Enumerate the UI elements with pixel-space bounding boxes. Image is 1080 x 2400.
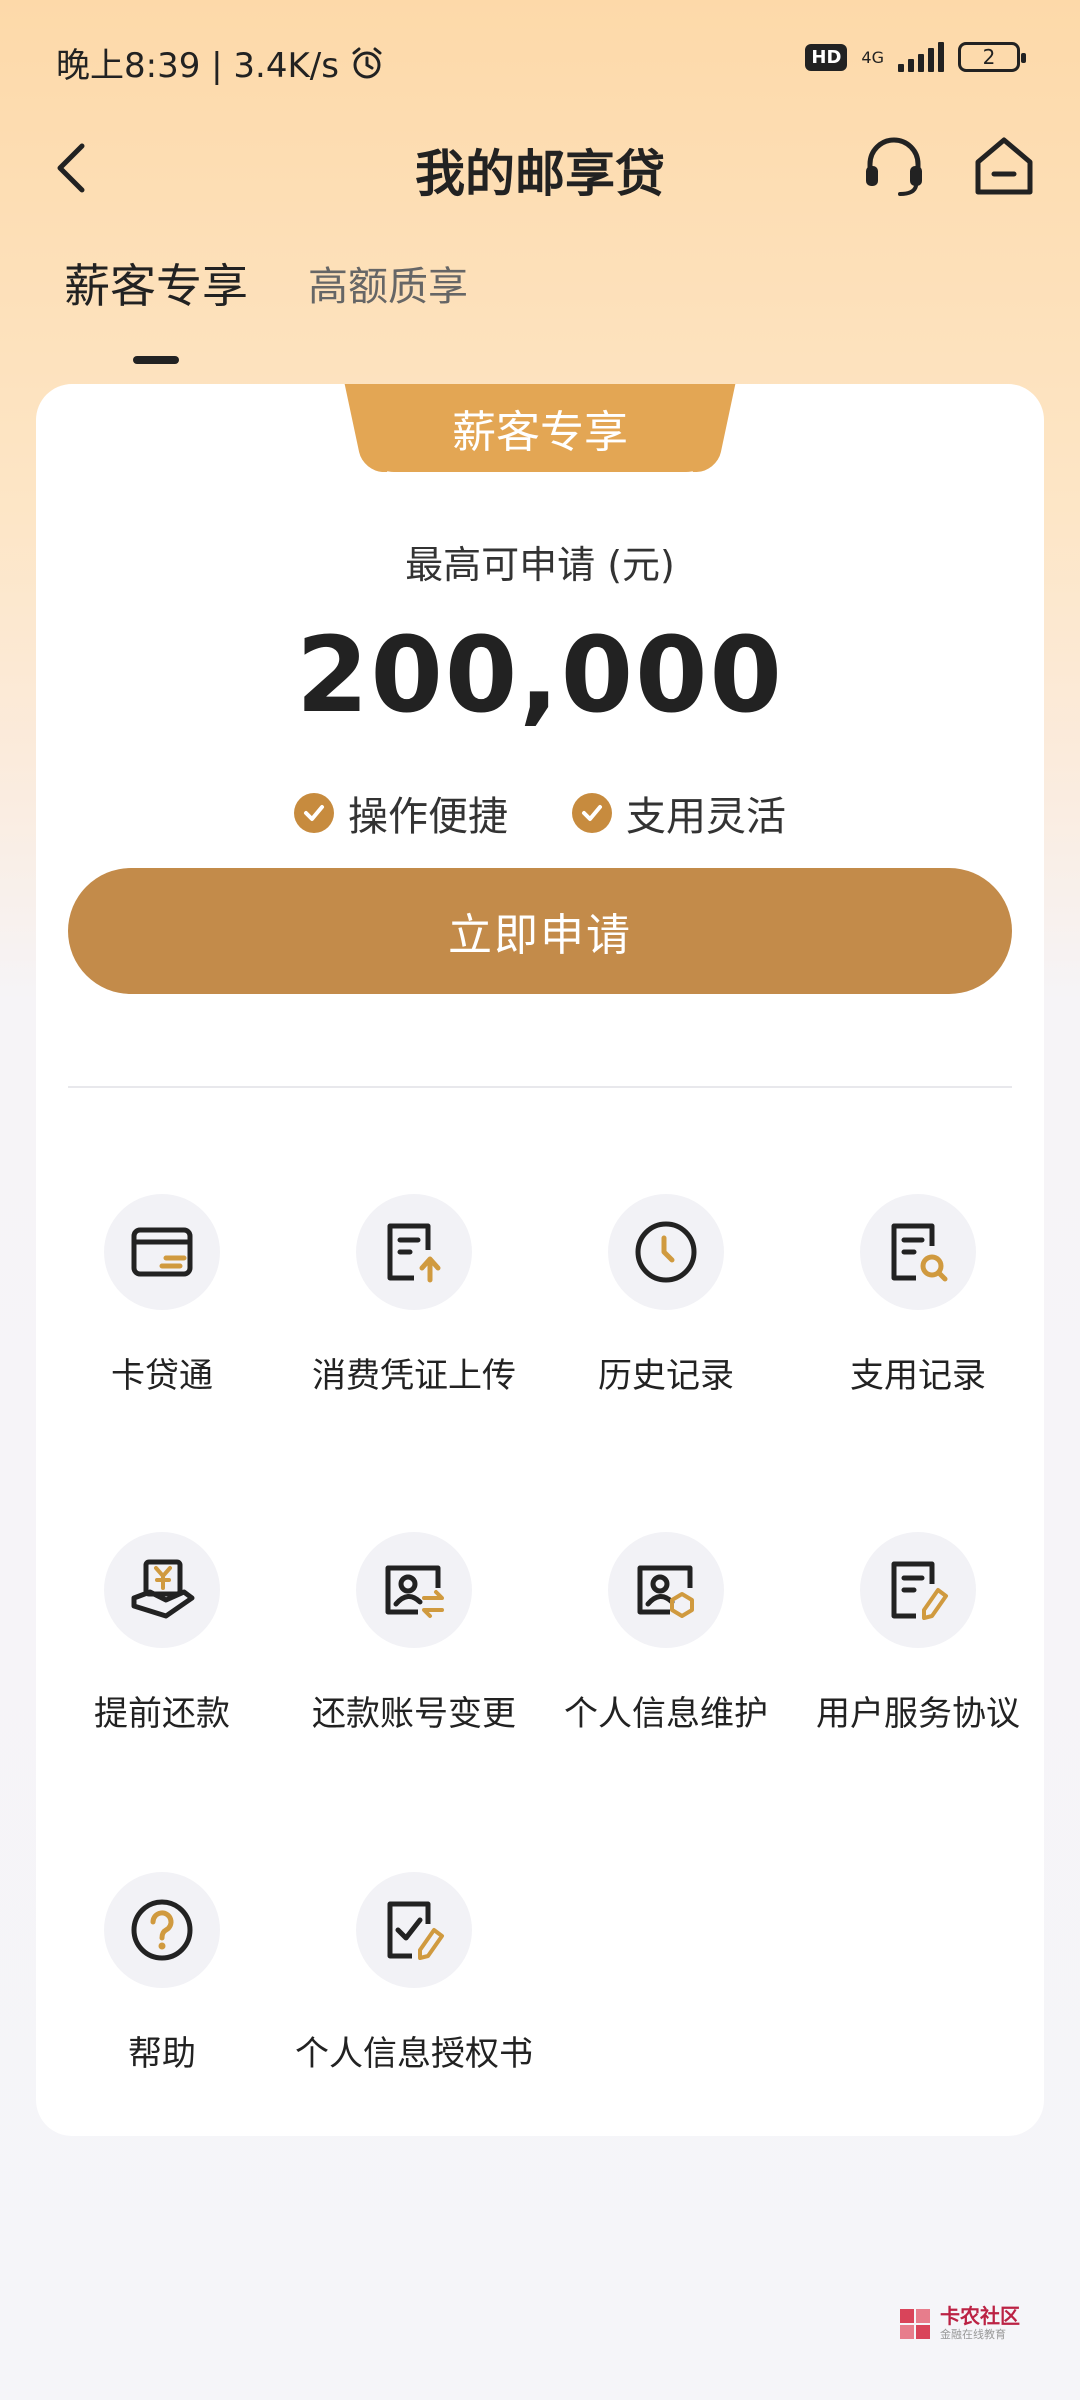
watermark-subtext: 金融在线教育 <box>940 2328 1006 2341</box>
clock-icon <box>635 1221 697 1283</box>
battery-level: 2 <box>982 45 996 69</box>
limit-amount: 200,000 <box>296 614 784 736</box>
signal-icon <box>898 42 944 72</box>
grid-item-early-repay[interactable]: 提前还款 <box>36 1532 288 1735</box>
grid-item-usage-records[interactable]: 支用记录 <box>792 1194 1044 1397</box>
status-bar: 晚上8:39 | 3.4K/s HD 4G 2 <box>0 0 1080 120</box>
check-icon <box>572 793 612 833</box>
grid-label: 历史记录 <box>598 1356 734 1396</box>
apply-now-button[interactable]: 立即申请 <box>68 868 1012 994</box>
feature-item: 支用灵活 <box>572 784 786 842</box>
upload-document-icon <box>387 1223 441 1283</box>
grid-label: 用户服务协议 <box>816 1694 1020 1734</box>
grid-item-help[interactable]: 帮助 <box>36 1872 288 2075</box>
icon-circle <box>356 1194 472 1310</box>
grid-label: 卡贷通 <box>111 1356 213 1396</box>
grid-item-repay-account-change[interactable]: 还款账号变更 <box>288 1532 540 1735</box>
icon-circle <box>608 1532 724 1648</box>
profile-edit-icon <box>637 1565 694 1618</box>
check-icon <box>294 793 334 833</box>
icon-circle <box>356 1532 472 1648</box>
grid-label: 个人信息授权书 <box>295 2034 533 2074</box>
icon-circle <box>104 1872 220 1988</box>
headset-icon <box>866 137 922 196</box>
status-time-speed: 晚上8:39 | 3.4K/s <box>56 46 339 86</box>
network-type: 4G <box>861 47 884 67</box>
grid-label: 帮助 <box>128 2034 196 2074</box>
feature-item: 操作便捷 <box>294 784 508 842</box>
icon-circle <box>104 1532 220 1648</box>
help-icon <box>131 1899 193 1961</box>
watermark-text: 卡农社区 <box>940 2304 1020 2328</box>
repay-hand-icon <box>131 1559 195 1619</box>
customer-service-button[interactable] <box>858 130 930 202</box>
icon-circle <box>860 1532 976 1648</box>
status-left: 晚上8:39 | 3.4K/s <box>56 38 385 87</box>
tab-salary-exclusive[interactable]: 薪客专享 <box>64 250 248 364</box>
divider <box>68 1086 1012 1088</box>
watermark-logo-icon <box>900 2309 930 2339</box>
grid-item-card-loan[interactable]: 卡贷通 <box>36 1194 288 1397</box>
tab-bar: 薪客专享 高额质享 <box>64 250 468 364</box>
tab-label: 薪客专享 <box>64 259 248 313</box>
grid-item-authorization[interactable]: 个人信息授权书 <box>288 1872 540 2075</box>
card-badge: 薪客专享 <box>366 384 714 472</box>
icon-circle <box>608 1194 724 1310</box>
grid-label: 消费凭证上传 <box>312 1356 516 1396</box>
feature-list: 操作便捷 支用灵活 <box>36 784 1044 842</box>
authorization-icon <box>387 1901 444 1960</box>
document-search-icon <box>891 1223 948 1282</box>
icon-circle <box>356 1872 472 1988</box>
alarm-icon <box>352 47 382 78</box>
grid-item-profile-maintain[interactable]: 个人信息维护 <box>540 1532 792 1735</box>
grid-item-history[interactable]: 历史记录 <box>540 1194 792 1397</box>
card-icon <box>131 1227 193 1277</box>
hd-badge: HD <box>805 43 848 71</box>
grid-label: 个人信息维护 <box>564 1694 768 1734</box>
grid-item-upload-voucher[interactable]: 消费凭证上传 <box>288 1194 540 1397</box>
feature-label: 支用灵活 <box>626 794 786 840</box>
loan-card: 薪客专享 最高可申请 (元) 200,000 操作便捷 支用灵活 立即申请 卡贷… <box>36 384 1044 2136</box>
status-right: HD 4G 2 <box>805 42 1026 72</box>
account-change-icon <box>385 1565 444 1618</box>
icon-circle <box>860 1194 976 1310</box>
card-badge-label: 薪客专享 <box>452 407 628 458</box>
grid-label: 还款账号变更 <box>312 1694 516 1734</box>
feature-label: 操作便捷 <box>348 794 508 840</box>
limit-label: 最高可申请 (元) <box>405 543 675 587</box>
battery-icon: 2 <box>958 42 1026 72</box>
grid-item-service-agreement[interactable]: 用户服务协议 <box>792 1532 1044 1735</box>
nav-header: 我的邮享贷 <box>0 120 1080 220</box>
home-button[interactable] <box>968 130 1040 202</box>
watermark: 卡农社区 金融在线教育 <box>898 2306 1020 2342</box>
tab-label: 高额质享 <box>308 264 468 310</box>
grid-label: 支用记录 <box>850 1356 986 1396</box>
grid-label: 提前还款 <box>94 1694 230 1734</box>
home-icon <box>975 137 1033 195</box>
icon-circle <box>104 1194 220 1310</box>
tab-active-indicator <box>133 356 179 364</box>
agreement-pen-icon <box>891 1561 948 1620</box>
tab-high-quota[interactable]: 高额质享 <box>308 254 468 316</box>
